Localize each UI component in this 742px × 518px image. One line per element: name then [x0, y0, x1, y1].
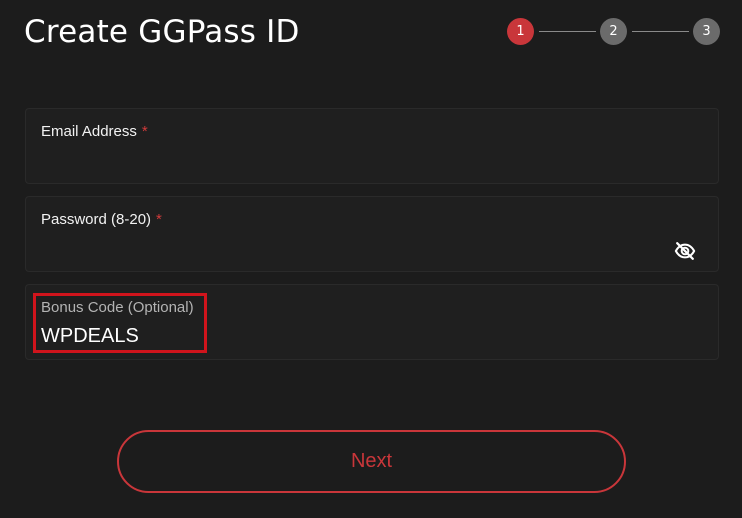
page-title: Create GGPass ID [24, 14, 300, 50]
password-field[interactable]: Password (8-20) * [25, 196, 719, 272]
email-field[interactable]: Email Address * [25, 108, 719, 184]
bonus-code-value: WPDEALS [41, 325, 139, 347]
required-asterisk: * [156, 211, 162, 228]
step-2-indicator: 2 [600, 18, 627, 45]
password-label-text: Password (8-20) [41, 211, 152, 228]
next-button[interactable]: Next [117, 430, 626, 493]
create-account-page: Create GGPass ID 1 2 3 Email Address * Pa… [0, 0, 742, 518]
step-connector-2 [632, 31, 689, 32]
bonus-code-field[interactable]: Bonus Code (Optional) WPDEALS [25, 284, 719, 360]
step-1-indicator: 1 [507, 18, 534, 45]
step-3-indicator: 3 [693, 18, 720, 45]
bonus-code-label: Bonus Code (Optional) [41, 299, 194, 316]
email-label: Email Address * [41, 123, 148, 140]
password-label: Password (8-20) * [41, 211, 162, 228]
eye-off-icon[interactable] [674, 240, 696, 262]
email-label-text: Email Address [41, 123, 137, 140]
step-connector-1 [539, 31, 596, 32]
progress-stepper: 1 2 3 [507, 18, 720, 46]
required-asterisk: * [141, 123, 148, 140]
